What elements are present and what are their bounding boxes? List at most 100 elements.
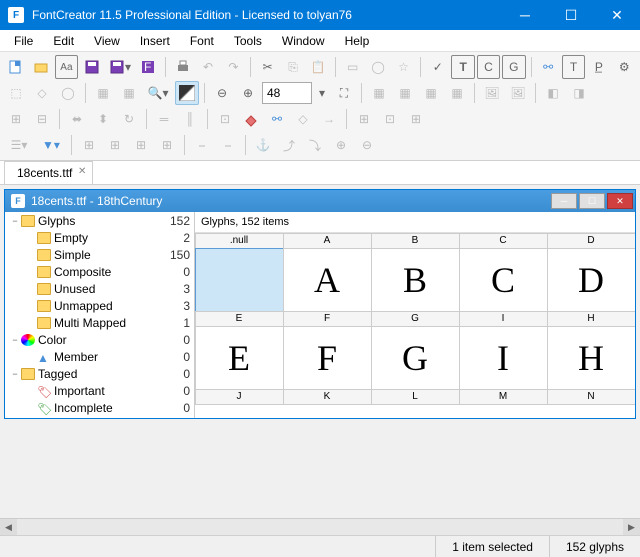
tool-star[interactable]: ☆ <box>392 55 415 79</box>
curve1[interactable]: ⤴ <box>277 133 301 157</box>
tree-node[interactable]: Composite0 <box>5 263 194 280</box>
tree-node[interactable]: Unused3 <box>5 280 194 297</box>
copy-button[interactable]: ⎘ <box>281 55 304 79</box>
glyph-cell[interactable]: A <box>283 248 372 312</box>
file-tab[interactable]: 18cents.ttf ✕ <box>4 161 93 184</box>
redo-button[interactable]: ↷ <box>222 55 245 79</box>
grid2[interactable]: ▦ <box>393 81 417 105</box>
paste-button[interactable]: 📋 <box>307 55 330 79</box>
child-titlebar[interactable]: F 18cents.ttf - 18thCentury ─ ☐ ✕ <box>5 190 635 212</box>
print-button[interactable] <box>171 55 194 79</box>
zoom-tool[interactable]: 🔍▾ <box>143 81 173 105</box>
tree-node[interactable]: 🏷Important0 <box>5 382 194 399</box>
diff-tool[interactable]: ⊖ <box>355 133 379 157</box>
zoom-dropdown[interactable]: ▾ <box>314 81 330 105</box>
misc2[interactable]: ◇ <box>291 107 315 131</box>
glyph-cell[interactable]: C <box>459 248 548 312</box>
misc6[interactable]: ⊞ <box>404 107 428 131</box>
new-button[interactable] <box>4 55 27 79</box>
export-button[interactable]: F <box>137 55 160 79</box>
glyph-cell[interactable]: E <box>195 326 284 390</box>
test-g-button[interactable]: G <box>502 55 525 79</box>
menu-file[interactable]: File <box>4 32 43 50</box>
validate-button[interactable]: ✓ <box>426 55 449 79</box>
grid3[interactable]: ▦ <box>419 81 443 105</box>
transform1[interactable]: ⬌ <box>65 107 89 131</box>
test-c-button[interactable]: C <box>477 55 500 79</box>
image-tool2[interactable]: 🖼 <box>506 81 530 105</box>
list-tool[interactable]: ☰▾ <box>4 133 34 157</box>
table2[interactable]: ⊞ <box>103 133 127 157</box>
tree-node[interactable]: Unmapped3 <box>5 297 194 314</box>
test-t-button[interactable]: T <box>451 55 474 79</box>
select-rect[interactable]: ⬚ <box>4 81 28 105</box>
tree-node[interactable]: −Glyphs152 <box>5 212 194 229</box>
scroll-left-icon[interactable]: ◀ <box>0 519 17 535</box>
menu-view[interactable]: View <box>84 32 130 50</box>
tree-node[interactable]: Multi Mapped1 <box>5 314 194 331</box>
tab-close-icon[interactable]: ✕ <box>78 166 86 177</box>
tree-node[interactable]: 🏷Completed0 <box>5 416 194 418</box>
menu-help[interactable]: Help <box>335 32 380 50</box>
table1[interactable]: ⊞ <box>77 133 101 157</box>
chain-tool[interactable]: ⚯ <box>265 107 289 131</box>
glyph-cell[interactable]: G <box>371 326 460 390</box>
select-lasso[interactable]: ◯ <box>56 81 80 105</box>
minimize-button[interactable]: ─ <box>502 0 548 30</box>
save-button[interactable] <box>80 55 103 79</box>
glyph-cell[interactable]: F <box>283 326 372 390</box>
glyph-cell[interactable]: D <box>547 248 636 312</box>
filter-tool[interactable]: ▼▾ <box>36 133 66 157</box>
settings-button[interactable]: ⚙ <box>613 55 636 79</box>
zoom-input[interactable] <box>262 82 312 104</box>
open-button[interactable] <box>29 55 52 79</box>
menu-font[interactable]: Font <box>180 32 224 50</box>
misc5[interactable]: ⊡ <box>378 107 402 131</box>
child-close[interactable]: ✕ <box>607 193 633 209</box>
table4[interactable]: ⊞ <box>155 133 179 157</box>
maximize-button[interactable]: ☐ <box>548 0 594 30</box>
tree-panel[interactable]: −Glyphs152Empty2Simple150Composite0Unuse… <box>5 212 195 418</box>
tree-node[interactable]: Simple150 <box>5 246 194 263</box>
tree-node[interactable]: ▲Member0 <box>5 348 194 365</box>
child-maximize[interactable]: ☐ <box>579 193 605 209</box>
color-tool2[interactable]: ◨ <box>567 81 591 105</box>
grid1[interactable]: ▦ <box>367 81 391 105</box>
glyph-cell[interactable]: H <box>547 326 636 390</box>
contrast-tool[interactable] <box>175 81 199 105</box>
misc1[interactable]: ⊡ <box>213 107 237 131</box>
path2[interactable]: ║ <box>178 107 202 131</box>
glyph-cell[interactable] <box>195 248 284 312</box>
layer2[interactable]: ▦ <box>117 81 141 105</box>
transform2[interactable]: ⬍ <box>91 107 115 131</box>
align1[interactable]: ⊞ <box>4 107 28 131</box>
glyph-cell[interactable]: B <box>371 248 460 312</box>
scroll-right-icon[interactable]: ▶ <box>623 519 640 535</box>
child-minimize[interactable]: ─ <box>551 193 577 209</box>
path-a[interactable]: ⎯ <box>190 133 214 157</box>
menu-window[interactable]: Window <box>272 32 335 50</box>
hscrollbar[interactable]: ◀ ▶ <box>0 518 640 535</box>
save-as-button[interactable]: ▾ <box>105 55 134 79</box>
tool-circle[interactable]: ◯ <box>366 55 389 79</box>
select-poly[interactable]: ◇ <box>30 81 54 105</box>
fit-button[interactable]: ⛶ <box>332 81 356 105</box>
font-aa-button[interactable]: Aa <box>55 55 78 79</box>
tree-node[interactable]: 🏷Incomplete0 <box>5 399 194 416</box>
menu-insert[interactable]: Insert <box>130 32 180 50</box>
misc4[interactable]: ⊞ <box>352 107 376 131</box>
undo-button[interactable]: ↶ <box>196 55 219 79</box>
curve2[interactable]: ⤵ <box>303 133 327 157</box>
link-button[interactable]: ⚯ <box>537 55 560 79</box>
table3[interactable]: ⊞ <box>129 133 153 157</box>
scroll-track[interactable] <box>17 519 623 535</box>
glyph-grid[interactable]: .nullABCD ABCD EFGIH EFGIH JKLMN <box>195 233 635 418</box>
tree-node[interactable]: Empty2 <box>5 229 194 246</box>
merge-tool[interactable]: ⊕ <box>329 133 353 157</box>
transform3[interactable]: ↻ <box>117 107 141 131</box>
layer1[interactable]: ▦ <box>91 81 115 105</box>
grid4[interactable]: ▦ <box>445 81 469 105</box>
tool-rect[interactable]: ▭ <box>341 55 364 79</box>
cut-button[interactable]: ✂ <box>256 55 279 79</box>
path-b[interactable]: ⎯ <box>216 133 240 157</box>
